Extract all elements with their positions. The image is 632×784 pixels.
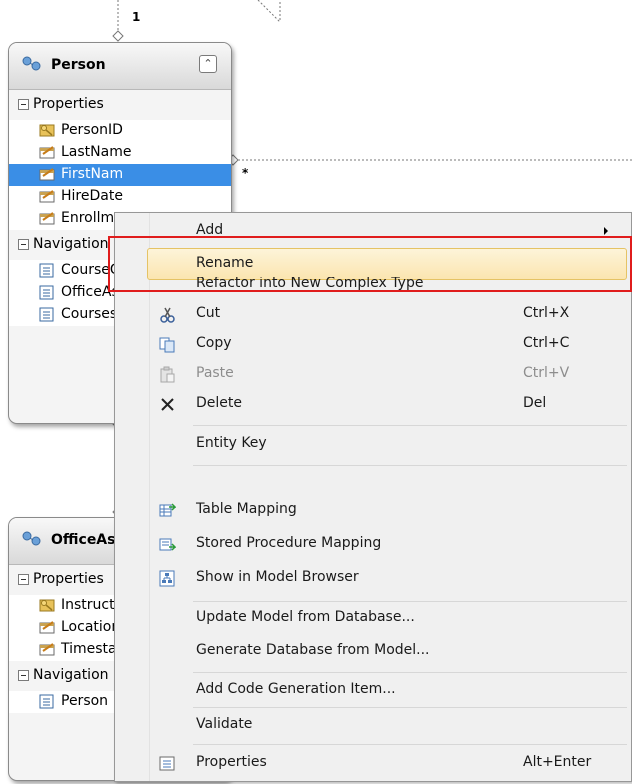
menu-item-update-model[interactable]: Update Model from Database... — [115, 603, 631, 633]
entity-type-icon — [22, 56, 41, 71]
property-icon — [39, 168, 55, 181]
multiplicity-many: * — [242, 166, 249, 180]
menu-item-entity-key[interactable]: Entity Key — [115, 429, 631, 459]
properties-section-header[interactable]: Properties — [9, 90, 231, 120]
menu-item-rename[interactable]: Rename — [147, 248, 627, 280]
delete-x-icon — [161, 398, 174, 411]
collapse-icon[interactable]: ⌃ — [199, 55, 217, 73]
menu-item-delete[interactable]: Delete Del — [115, 389, 631, 419]
copy-icon — [159, 337, 175, 353]
property-icon — [39, 643, 55, 656]
menu-separator — [193, 465, 627, 466]
menu-item-add[interactable]: Add — [115, 216, 631, 246]
menu-item-table-mapping[interactable]: Table Mapping — [115, 495, 631, 525]
menu-separator — [193, 672, 627, 673]
person-entity-header[interactable]: Person ⌃ — [9, 43, 231, 90]
menu-item-properties[interactable]: Properties Alt+Enter — [115, 748, 631, 778]
menu-item-refactor[interactable]: Refactor into New Complex Type — [115, 277, 631, 299]
property-row-selected[interactable]: FirstNam — [9, 164, 231, 186]
table-mapping-icon — [159, 503, 176, 517]
scissors-icon — [160, 307, 175, 323]
properties-icon — [159, 756, 175, 771]
property-icon — [39, 190, 55, 203]
menu-item-show-in-model-browser[interactable]: Show in Model Browser — [115, 563, 631, 593]
person-entity-title: Person — [51, 57, 106, 73]
collapse-section-icon[interactable] — [18, 239, 29, 250]
collapse-section-icon[interactable] — [18, 99, 29, 110]
collapse-section-icon[interactable] — [18, 670, 29, 681]
property-row[interactable]: LastName — [9, 142, 231, 164]
navigation-property-icon — [39, 285, 54, 300]
menu-separator — [193, 601, 627, 602]
navigation-property-icon — [39, 694, 54, 709]
submenu-arrow-icon — [604, 227, 608, 235]
property-row[interactable]: HireDate — [9, 186, 231, 208]
property-icon — [39, 621, 55, 634]
property-row[interactable]: PersonID — [9, 120, 231, 142]
menu-item-generate-database[interactable]: Generate Database from Model... — [115, 636, 631, 666]
context-menu: Add Rename Refactor into New Complex Typ… — [114, 212, 632, 782]
menu-separator — [193, 425, 627, 426]
menu-item-validate[interactable]: Validate — [115, 710, 631, 740]
paste-icon — [160, 366, 175, 383]
collapse-section-icon[interactable] — [18, 574, 29, 585]
model-browser-icon — [159, 570, 175, 587]
menu-item-paste[interactable]: Paste Ctrl+V — [115, 359, 631, 389]
menu-separator — [193, 744, 627, 745]
key-property-icon — [39, 599, 55, 612]
multiplicity-one-top: 1 — [132, 10, 141, 24]
menu-item-copy[interactable]: Copy Ctrl+C — [115, 329, 631, 359]
menu-item-cut[interactable]: Cut Ctrl+X — [115, 299, 631, 329]
menu-item-stored-procedure-mapping[interactable]: Stored Procedure Mapping — [115, 529, 631, 559]
navigation-property-icon — [39, 307, 54, 322]
menu-separator — [193, 707, 627, 708]
key-property-icon — [39, 124, 55, 137]
entity-type-icon — [22, 531, 41, 546]
navigation-property-icon — [39, 263, 54, 278]
stored-procedure-icon — [159, 538, 176, 551]
property-icon — [39, 146, 55, 159]
property-icon — [39, 212, 55, 225]
menu-item-add-code-generation[interactable]: Add Code Generation Item... — [115, 675, 631, 705]
